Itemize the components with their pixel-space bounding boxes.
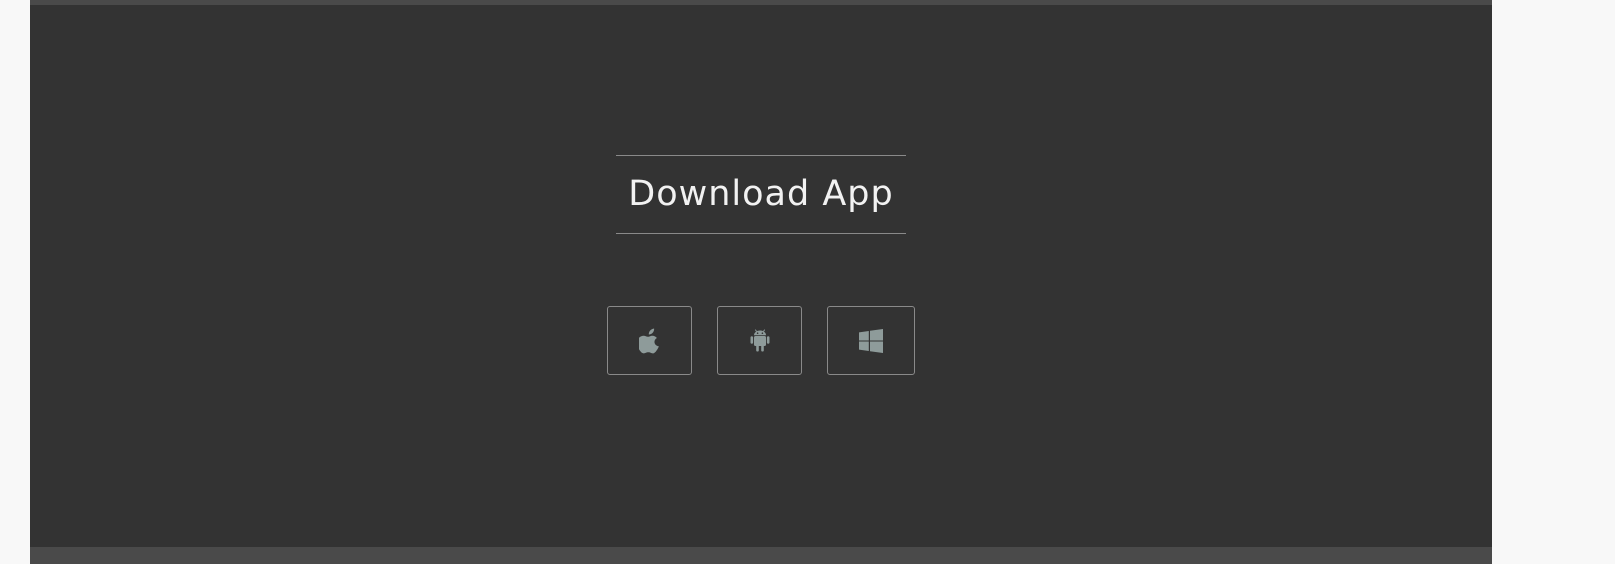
heading-rules: Download App — [616, 155, 906, 234]
bottom-divider-strip — [30, 547, 1492, 564]
download-app-heading: Download App — [628, 174, 894, 214]
windows-store-button[interactable] — [827, 306, 915, 375]
apple-icon — [638, 328, 661, 354]
download-app-section: Download App — [30, 0, 1492, 564]
top-divider-strip — [30, 0, 1492, 5]
page: Download App — [0, 0, 1615, 564]
windows-icon — [859, 328, 883, 353]
apple-store-button[interactable] — [607, 306, 692, 375]
android-icon — [749, 328, 771, 353]
android-store-button[interactable] — [717, 306, 802, 375]
